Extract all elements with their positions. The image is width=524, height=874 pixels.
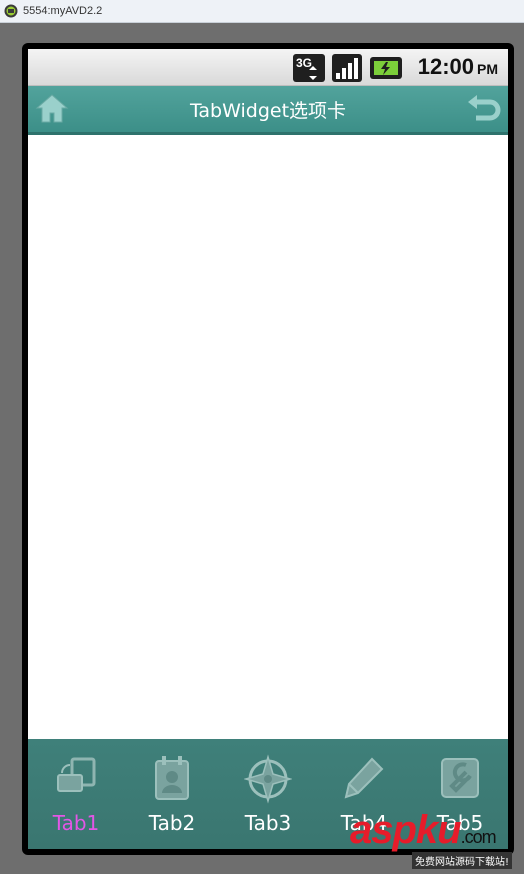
watermark-tagline: 免费网站源码下载站! [412, 852, 513, 869]
home-icon[interactable] [34, 91, 70, 127]
status-clock: 12:00 PM [418, 54, 498, 80]
tab-label-3: Tab3 [244, 811, 292, 835]
back-icon[interactable] [466, 92, 502, 126]
tab-label-1: Tab1 [52, 811, 100, 835]
device-frame: 3G 12:00 PM TabWidget选项卡 Tab1 Tab2 Tab3 … [22, 43, 514, 855]
tab-3[interactable]: Tab3 [220, 739, 316, 849]
wrench-icon [441, 758, 479, 798]
signal-strength-icon [332, 54, 362, 82]
status-bar: 3G 12:00 PM [28, 49, 508, 86]
android-app-icon [4, 4, 18, 18]
app-title-bar: TabWidget选项卡 [28, 86, 508, 135]
contact-icon [155, 756, 189, 800]
svg-text:3G: 3G [296, 56, 312, 70]
tab-label-2: Tab2 [148, 811, 196, 835]
network-3g-icon: 3G [293, 54, 325, 82]
tab-2[interactable]: Tab2 [124, 739, 220, 849]
device-screen: 3G 12:00 PM TabWidget选项卡 Tab1 Tab2 Tab3 … [28, 49, 508, 849]
clock-ampm: PM [477, 61, 498, 77]
window-titlebar: 5554:myAVD2.2 [0, 0, 524, 23]
battery-charging-icon [370, 57, 402, 79]
app-title: TabWidget选项卡 [189, 99, 347, 122]
window-title: 5554:myAVD2.2 [23, 5, 103, 17]
tab-1[interactable]: Tab1 [28, 739, 124, 849]
compass-icon [244, 754, 292, 804]
pencil-icon [344, 757, 384, 799]
clock-time: 12:00 [417, 54, 474, 79]
tab-content-area [28, 135, 508, 739]
window-icon [57, 757, 96, 792]
watermark-logo: aspku.com 免费网站源码下载站! [350, 808, 520, 870]
